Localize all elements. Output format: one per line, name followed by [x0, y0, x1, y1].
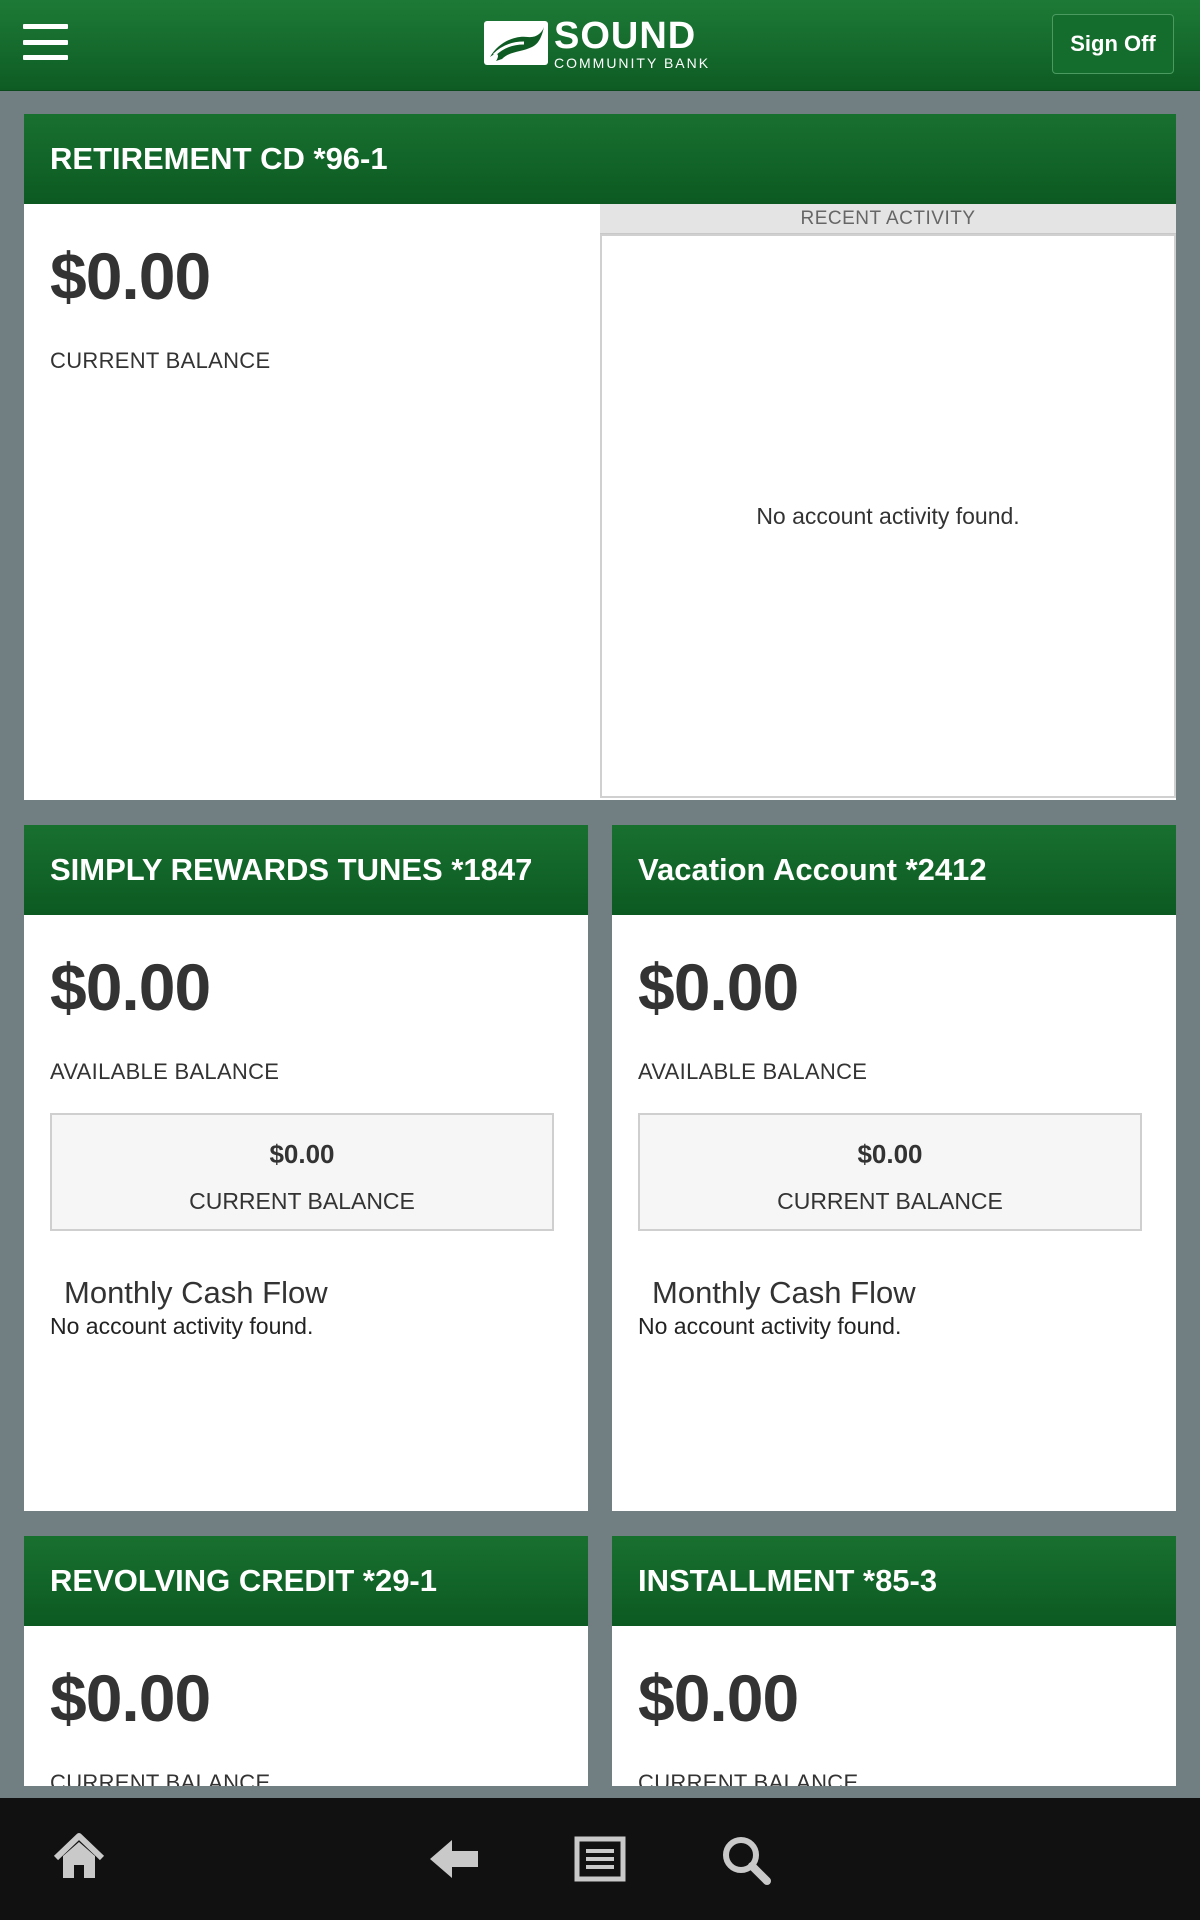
home-icon[interactable]: [52, 1832, 106, 1887]
bank-logo[interactable]: SOUND COMMUNITY BANK: [484, 17, 720, 70]
cash-flow-title: Monthly Cash Flow: [64, 1275, 328, 1310]
logo-text: SOUND COMMUNITY BANK: [554, 17, 710, 70]
cash-flow-title: Monthly Cash Flow: [652, 1275, 916, 1310]
balance-amount: $0.00: [50, 1661, 211, 1735]
balance-section: $0.00 CURRENT BALANCE: [50, 1660, 270, 1786]
app-root: SOUND COMMUNITY BANK Sign Off RETIREMENT…: [0, 0, 1200, 1920]
account-title[interactable]: REVOLVING CREDIT *29-1: [24, 1536, 588, 1626]
monthly-cash-flow: Monthly Cash Flow No account activity fo…: [638, 1275, 916, 1340]
account-card-installment[interactable]: INSTALLMENT *85-3 $0.00 CURRENT BALANCE: [612, 1536, 1176, 1786]
account-title[interactable]: INSTALLMENT *85-3: [612, 1536, 1176, 1626]
monthly-cash-flow: Monthly Cash Flow No account activity fo…: [50, 1275, 328, 1340]
whale-logo-icon: [484, 21, 548, 65]
account-card-retirement[interactable]: RETIREMENT CD *96-1 $0.00 CURRENT BALANC…: [24, 114, 1176, 800]
activity-empty-text: No account activity found.: [756, 502, 1020, 529]
search-icon[interactable]: [720, 1834, 772, 1891]
back-arrow-icon[interactable]: [428, 1838, 480, 1885]
account-title[interactable]: Vacation Account *2412: [612, 825, 1176, 915]
balance-amount: $0.00: [50, 239, 211, 313]
list-icon[interactable]: [574, 1836, 626, 1887]
current-balance-label: CURRENT BALANCE: [777, 1188, 1003, 1214]
top-bar: SOUND COMMUNITY BANK Sign Off: [0, 0, 1200, 91]
balance-section: $0.00 CURRENT BALANCE: [638, 1660, 858, 1786]
current-balance-box: $0.00 CURRENT BALANCE: [50, 1113, 554, 1231]
account-title[interactable]: RETIREMENT CD *96-1: [24, 114, 1176, 204]
account-card-vacation[interactable]: Vacation Account *2412 $0.00 AVAILABLE B…: [612, 825, 1176, 1511]
current-balance-label: CURRENT BALANCE: [189, 1188, 415, 1214]
current-balance-amount: $0.00: [857, 1139, 923, 1169]
hamburger-menu-icon[interactable]: [23, 24, 68, 60]
balance-amount: $0.00: [50, 950, 211, 1024]
balance-amount: $0.00: [638, 1661, 799, 1735]
balance-label: AVAILABLE BALANCE: [638, 1059, 868, 1084]
logo-name: SOUND: [554, 14, 697, 57]
balance-amount: $0.00: [638, 950, 799, 1024]
account-title[interactable]: SIMPLY REWARDS TUNES *1847: [24, 825, 588, 915]
balance-label: CURRENT BALANCE: [50, 348, 271, 373]
balance-label: CURRENT BALANCE: [638, 1770, 859, 1786]
logo-subtitle: COMMUNITY BANK: [554, 54, 711, 71]
sign-off-button[interactable]: Sign Off: [1052, 14, 1174, 74]
cash-flow-empty-text: No account activity found.: [638, 1313, 902, 1339]
balance-section: $0.00 CURRENT BALANCE: [50, 238, 270, 374]
cash-flow-empty-text: No account activity found.: [50, 1313, 314, 1339]
balance-label: CURRENT BALANCE: [50, 1770, 271, 1786]
account-card-rewards[interactable]: SIMPLY REWARDS TUNES *1847 $0.00 AVAILAB…: [24, 825, 588, 1511]
balance-section: $0.00 AVAILABLE BALANCE: [638, 949, 867, 1085]
recent-activity-body: No account activity found.: [600, 234, 1176, 798]
account-card-revolving[interactable]: REVOLVING CREDIT *29-1 $0.00 CURRENT BAL…: [24, 1536, 588, 1786]
balance-section: $0.00 AVAILABLE BALANCE: [50, 949, 279, 1085]
recent-activity-panel: RECENT ACTIVITY No account activity foun…: [600, 204, 1176, 800]
current-balance-amount: $0.00: [269, 1139, 335, 1169]
recent-activity-header: RECENT ACTIVITY: [600, 204, 1176, 234]
balance-label: AVAILABLE BALANCE: [50, 1059, 280, 1084]
current-balance-box: $0.00 CURRENT BALANCE: [638, 1113, 1142, 1231]
bottom-nav-bar: [0, 1798, 1200, 1920]
